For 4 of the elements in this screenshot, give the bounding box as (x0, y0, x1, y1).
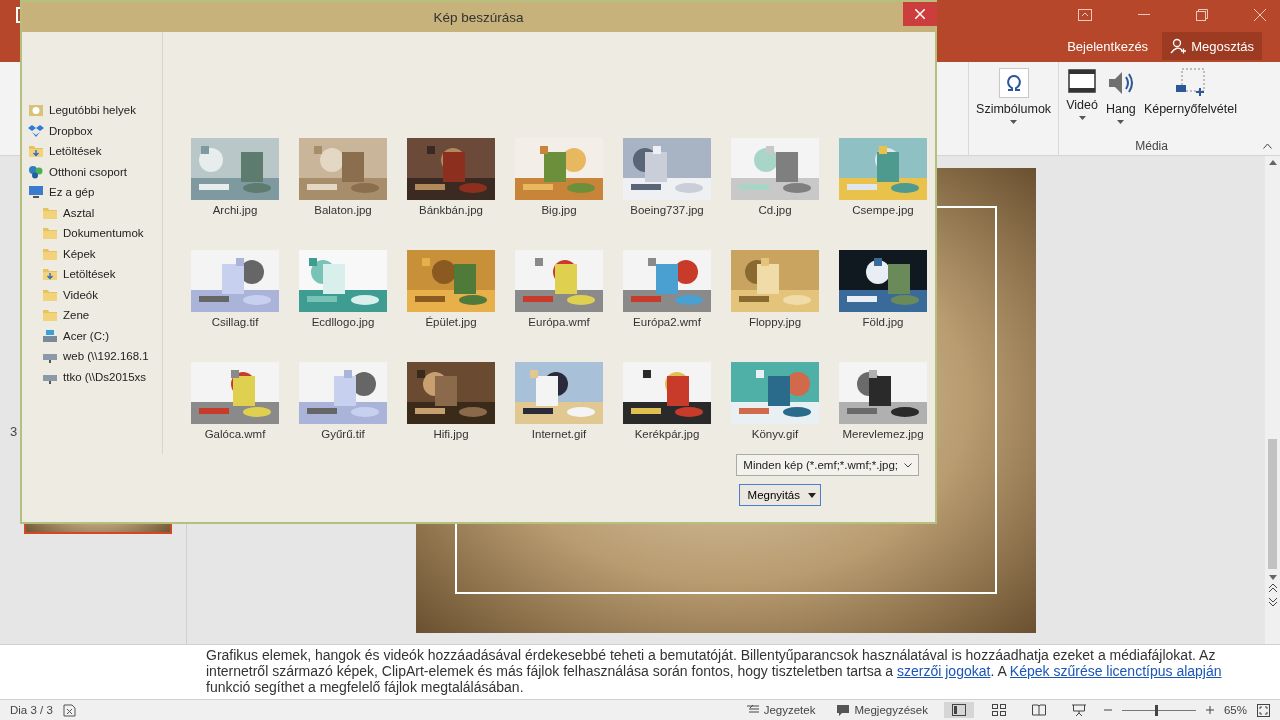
group-label: Média (1135, 139, 1168, 153)
slide-counter: Dia 3 / 3 (10, 704, 53, 716)
slide-number: 3 (10, 424, 19, 441)
dialog-title: Kép beszúrása (433, 9, 524, 25)
